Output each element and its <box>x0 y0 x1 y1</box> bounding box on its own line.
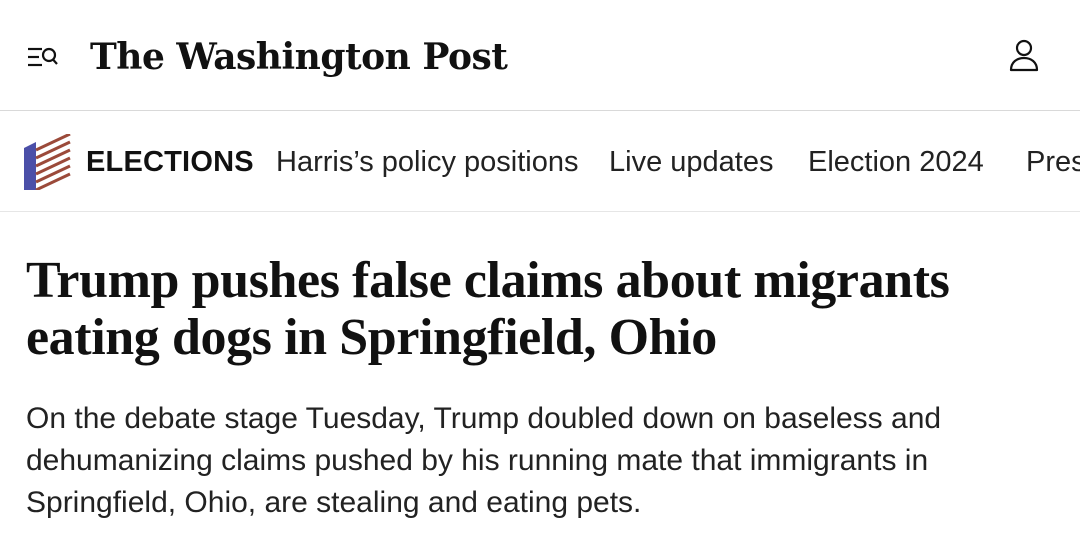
account-button[interactable] <box>1008 38 1040 74</box>
article-headline: Trump pushes false claims about migrants… <box>26 252 950 366</box>
nav-link-harris-policy[interactable]: Harris’s policy positions <box>276 144 578 180</box>
section-nav: ELECTIONS Harris’s policy positions Live… <box>0 111 1080 212</box>
article-dek: On the debate stage Tuesday, Trump doubl… <box>26 402 942 519</box>
masthead-logo[interactable]: The Washington Post <box>90 30 508 84</box>
menu-search-icon <box>28 47 58 67</box>
menu-search-button[interactable] <box>26 42 60 72</box>
nav-link-election-2024[interactable]: Election 2024 <box>808 144 984 180</box>
nav-link-live-updates[interactable]: Live updates <box>609 144 773 180</box>
elections-flag-icon <box>24 134 71 190</box>
top-bar: The Washington Post <box>0 0 1080 111</box>
user-account-icon <box>1009 39 1039 72</box>
section-label-elections[interactable]: ELECTIONS <box>86 144 254 180</box>
nav-link-pres[interactable]: Pres <box>1026 144 1080 180</box>
